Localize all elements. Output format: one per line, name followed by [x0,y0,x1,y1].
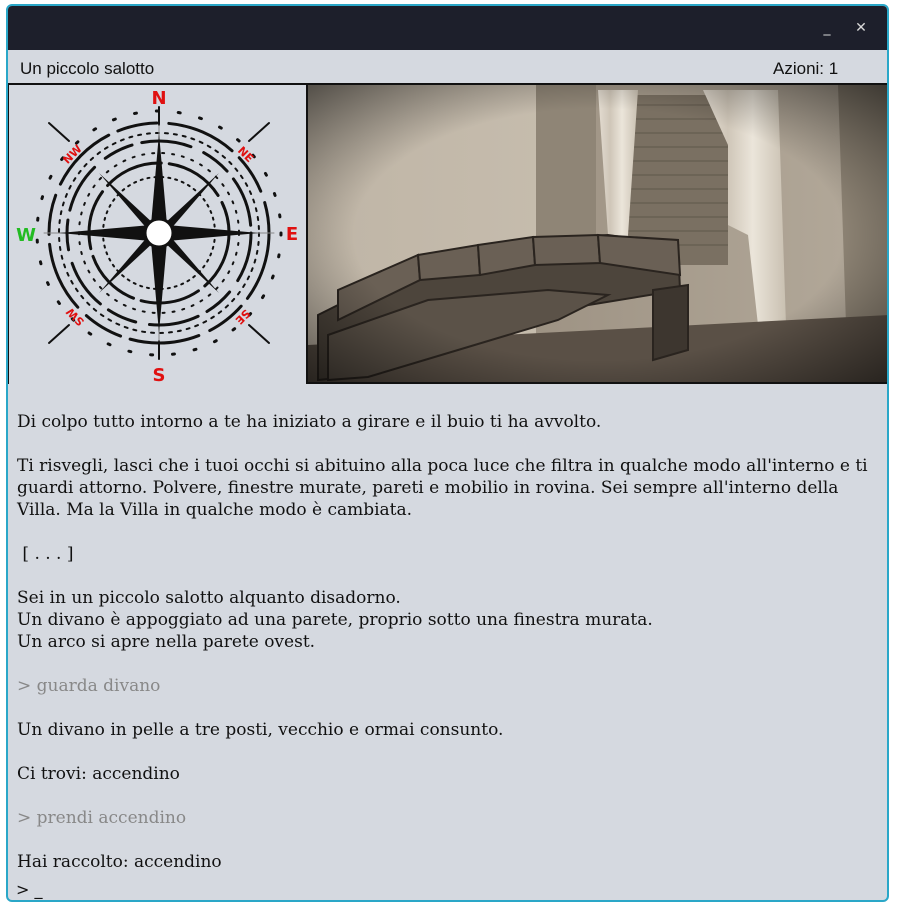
actions-counter: Azioni: 1 [773,59,839,78]
log-entry: Un divano in pelle a tre posti, vecchio … [17,720,504,740]
log-entry: Ci trovi: accendino [17,764,180,784]
compass-panel: N S E W NW NE SW SE [8,85,308,386]
command-entry: > guarda divano [17,676,161,696]
compass-nw-label[interactable]: NW [60,142,84,166]
minimize-button[interactable]: _ [815,18,839,38]
scene-image [308,85,887,384]
log-entry: Hai raccolto: accendino [17,852,222,872]
log-entry: Sei in un piccolo salotto alquanto disad… [17,588,653,652]
compass-e-label[interactable]: E [286,224,298,245]
compass-ne-label[interactable]: NE [235,144,256,165]
log-entry: Di colpo tutto intorno a te ha iniziato … [17,412,602,432]
title-bar[interactable]: _ ✕ [8,6,887,50]
log-entry: Ti risvegli, lasci che i tuoi occhi si a… [17,456,873,520]
close-button[interactable]: ✕ [849,18,873,38]
log-entry: [ . . . ] [17,544,74,564]
compass-rose-icon: N S E W NW NE SW SE [16,88,298,386]
command-prompt[interactable]: > _ [16,880,43,899]
compass-s-label[interactable]: S [153,365,166,386]
living-room-sofa-photo [308,85,887,382]
compass-n-label[interactable]: N [151,88,166,109]
game-window: _ ✕ Un piccolo salotto Azioni: 1 N S E W… [6,4,889,902]
command-entry: > prendi accendino [17,808,187,828]
room-name: Un piccolo salotto [20,59,155,78]
compass-w-label[interactable]: W [16,225,36,246]
compass-sw-label[interactable]: SW [64,305,87,328]
compass-se-label[interactable]: SE [233,307,253,327]
status-bar: Un piccolo salotto Azioni: 1 [8,50,887,85]
message-log: Di colpo tutto intorno a te ha iniziato … [8,386,887,872]
